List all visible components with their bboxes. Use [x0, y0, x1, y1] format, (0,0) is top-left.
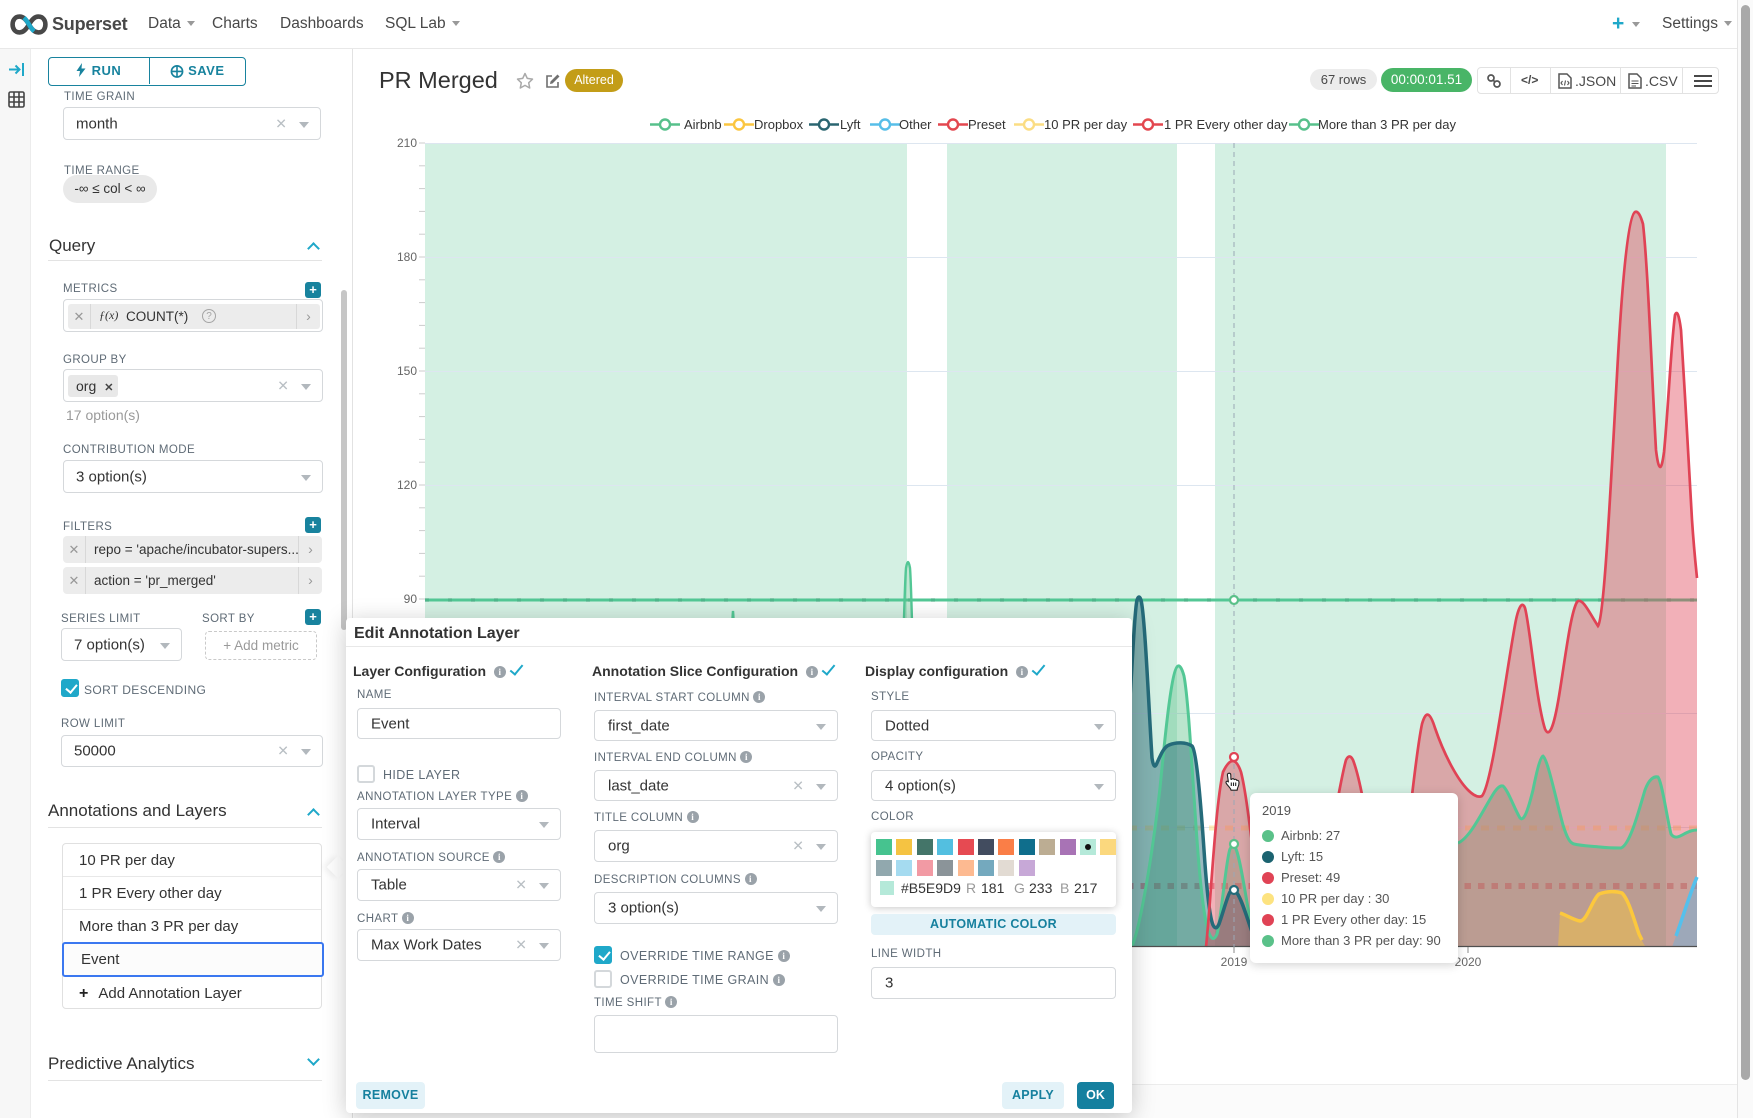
svg-text:2020: 2020 [1455, 955, 1482, 969]
svg-text:120: 120 [397, 478, 417, 492]
svg-text:210: 210 [397, 136, 417, 150]
svg-text:2019: 2019 [1221, 955, 1248, 969]
svg-text:90: 90 [404, 592, 418, 606]
svg-text:180: 180 [397, 250, 417, 264]
svg-text:150: 150 [397, 364, 417, 378]
